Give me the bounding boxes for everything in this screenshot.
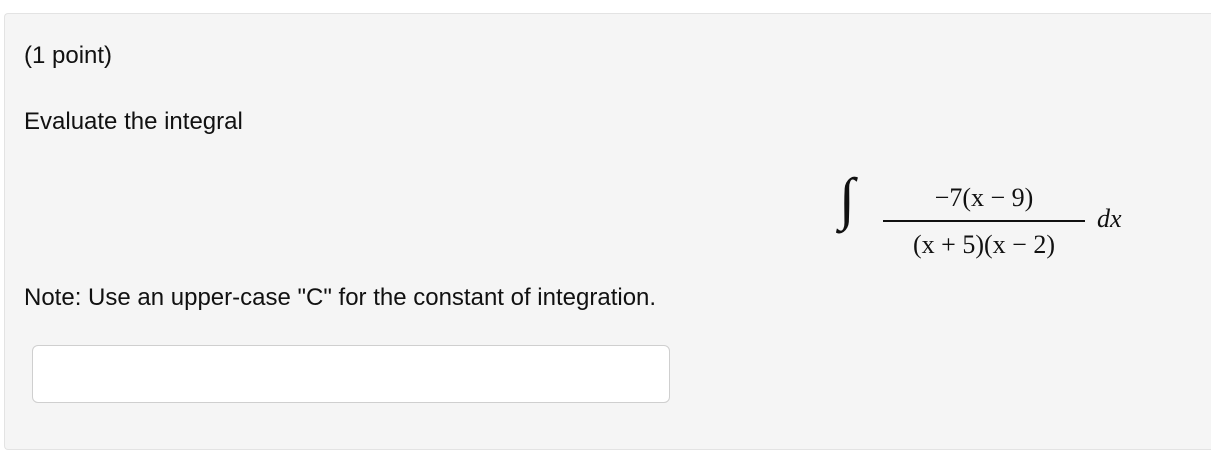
- integral-sign: ∫: [839, 166, 855, 231]
- integral-denominator: (x + 5)(x − 2): [913, 230, 1055, 259]
- integral-numerator: −7(x − 9): [934, 183, 1034, 212]
- integral-differential: dx: [1097, 204, 1122, 233]
- integral-expression: ∫ −7(x − 9) (x + 5)(x − 2) dx: [835, 164, 1155, 264]
- fraction-bar: [883, 220, 1085, 222]
- problem-prompt: Evaluate the integral: [24, 108, 243, 135]
- integration-note: Note: Use an upper-case "C" for the cons…: [24, 284, 657, 311]
- problem-panel: (1 point) Evaluate the integral ∫ −7(x −…: [4, 13, 1211, 450]
- points-label: (1 point): [24, 42, 113, 69]
- answer-input[interactable]: [32, 345, 670, 403]
